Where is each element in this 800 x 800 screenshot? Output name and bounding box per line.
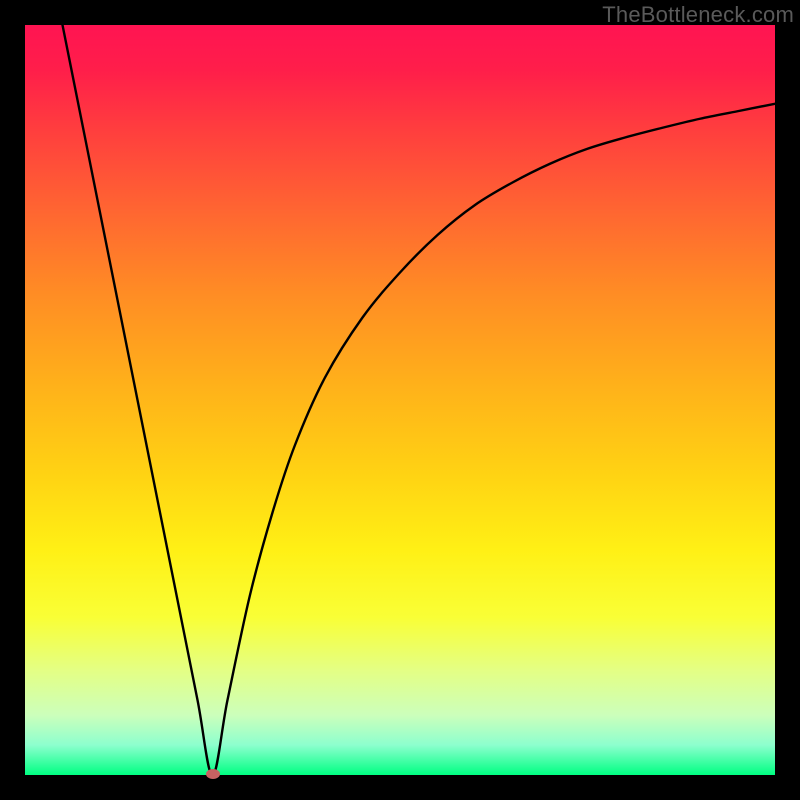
watermark-text: TheBottleneck.com (602, 2, 794, 28)
chart-frame: TheBottleneck.com (0, 0, 800, 800)
bottleneck-curve (25, 25, 775, 775)
optimum-marker (206, 769, 220, 779)
plot-area (25, 25, 775, 775)
